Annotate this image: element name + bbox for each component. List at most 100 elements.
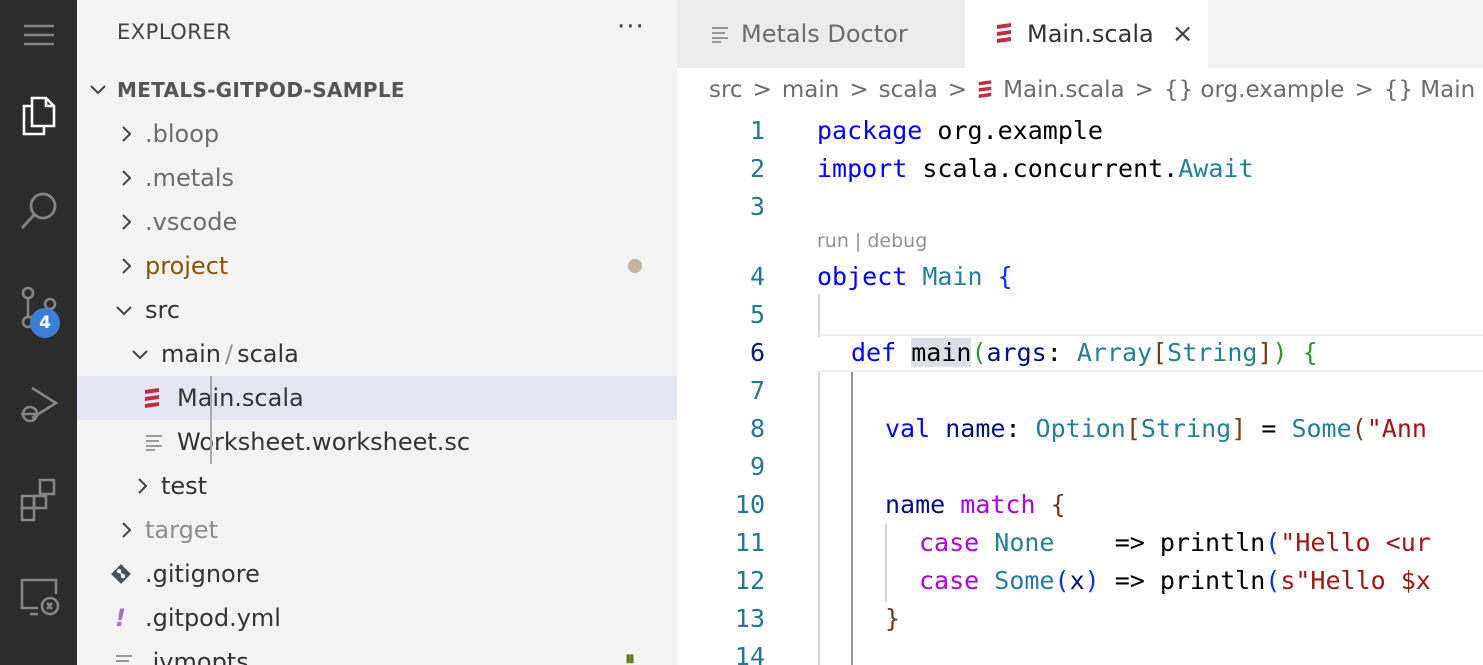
tab-label: Main.scala <box>1027 20 1154 48</box>
code-line-6: def main(args: Array[String]) { <box>851 338 1318 367</box>
tab-metals-doctor[interactable]: Metals Doctor <box>677 0 965 68</box>
text-file-icon <box>115 653 133 665</box>
type-name: Some <box>1291 414 1352 443</box>
line-number: 14 <box>734 642 765 665</box>
tree-folder-project[interactable]: project <box>77 244 677 288</box>
modified-dot-icon <box>628 259 642 273</box>
code-line-2: import scala.concurrent.Await <box>817 154 1254 183</box>
line-number: 12 <box>734 566 765 595</box>
breadcrumb: src > main > scala > Main.scala > {} org… <box>677 70 1483 110</box>
keyword: def <box>851 338 897 367</box>
paren: ( <box>1351 414 1367 443</box>
breadcrumb-item[interactable]: {} Main <box>1384 77 1475 103</box>
tree-item-label: Worksheet.worksheet.sc <box>177 428 471 456</box>
type-name: None <box>994 528 1055 557</box>
tree-folder-bloop[interactable]: .bloop <box>77 112 677 156</box>
brace: { <box>1035 490 1066 519</box>
folder-scala-label: scala <box>237 340 299 368</box>
text-file-icon <box>145 433 163 451</box>
run-debug-icon[interactable] <box>0 368 77 438</box>
line-number: 9 <box>749 452 765 481</box>
lines-icon <box>711 25 729 43</box>
editor-tabs: Metals Doctor Main.scala × <box>677 0 1483 68</box>
code-editor[interactable]: 1 2 3 4 5 6 7 8 9 10 11 12 13 14 package… <box>677 112 1483 665</box>
tree-folder-target[interactable]: target <box>77 508 677 552</box>
tree-item-label: main / scala <box>161 340 299 368</box>
menu-icon[interactable] <box>0 0 77 70</box>
search-icon[interactable] <box>0 176 77 246</box>
string-literal: "Hello <ur <box>1280 528 1431 557</box>
keyword: val <box>885 414 931 443</box>
indent-guide <box>885 524 887 602</box>
tree-folder-src[interactable]: src <box>77 288 677 332</box>
breadcrumb-item[interactable]: {} org.example <box>1164 77 1345 103</box>
close-icon[interactable]: × <box>1172 19 1194 49</box>
bracket: ] <box>1257 338 1273 367</box>
type-name: Option <box>1035 414 1126 443</box>
equals: = <box>1246 414 1292 443</box>
tree-item-label: project <box>145 252 229 280</box>
line-number: 6 <box>749 338 765 367</box>
tree-file-main-scala[interactable]: Main.scala <box>77 376 677 420</box>
type-name: Some <box>994 566 1055 595</box>
indent-guide <box>210 376 212 464</box>
tree-folder-vscode[interactable]: .vscode <box>77 200 677 244</box>
paren: ) <box>1084 566 1100 595</box>
activity-bar: 4 <box>0 0 77 665</box>
breadcrumb-item[interactable]: src <box>709 77 743 103</box>
remote-explorer-icon[interactable] <box>0 560 77 630</box>
files-icon[interactable] <box>0 80 77 150</box>
variable-name: x <box>1069 566 1085 595</box>
scala-file-icon <box>143 388 161 410</box>
line-number: 13 <box>734 604 765 633</box>
keyword: case <box>919 528 980 557</box>
extensions-icon[interactable] <box>0 464 77 534</box>
folder-main-label: main <box>161 340 221 368</box>
breadcrumb-item[interactable]: scala <box>879 77 938 103</box>
function-name: main <box>911 338 972 367</box>
type-name: Main <box>922 262 983 291</box>
tree-folder-main-scala[interactable]: main / scala <box>77 332 677 376</box>
type-name: String <box>1140 414 1232 443</box>
tree-file-gitignore[interactable]: .gitignore <box>77 552 677 596</box>
sidebar-title: EXPLORER <box>117 20 232 44</box>
line-number: 3 <box>749 192 765 221</box>
workspace-root[interactable]: METALS-GITPOD-SAMPLE <box>77 68 677 112</box>
tree-folder-test[interactable]: test <box>77 464 677 508</box>
indent-guide <box>818 372 820 665</box>
line-number: 4 <box>749 262 765 291</box>
line-number: 2 <box>749 154 765 183</box>
brace: { <box>1287 338 1318 367</box>
type-name: Await <box>1178 154 1254 183</box>
line-number: 8 <box>749 414 765 443</box>
tree-file-gitpod-yml[interactable]: ! .gitpod.yml <box>77 596 677 640</box>
tree-item-label: .metals <box>145 164 235 192</box>
tree-file-worksheet[interactable]: Worksheet.worksheet.sc <box>77 420 677 464</box>
code-lens-run-debug[interactable]: run | debug <box>817 230 927 252</box>
chevron-down-icon <box>113 299 135 326</box>
tree-file-jvmopts[interactable]: .jvmopts ⏸ <box>77 640 677 665</box>
tree-item-label: .vscode <box>145 208 238 236</box>
paren: ( <box>1265 528 1281 557</box>
tab-main-scala[interactable]: Main.scala × <box>965 0 1208 68</box>
arrow-call: => println <box>1099 566 1266 595</box>
import-path: scala.concurrent. <box>907 154 1179 183</box>
breadcrumb-item[interactable]: main <box>782 77 839 103</box>
chevron-right-icon <box>115 123 137 150</box>
tree-item-label: .gitpod.yml <box>145 604 281 632</box>
tree-folder-metals[interactable]: .metals <box>77 156 677 200</box>
chevron-right-icon: > <box>947 77 968 103</box>
editor-area: Metals Doctor Main.scala × src > main > … <box>677 0 1483 665</box>
git-file-icon <box>110 563 132 585</box>
brace: { <box>982 262 1013 291</box>
tree-item-label: .jvmopts <box>145 648 249 665</box>
breadcrumb-item[interactable]: Main.scala <box>1003 77 1124 103</box>
paren: ( <box>1265 566 1281 595</box>
chevron-right-icon: > <box>849 77 869 103</box>
untracked-badge-icon: ⏸ <box>625 646 635 665</box>
more-actions-icon[interactable]: ··· <box>617 12 645 42</box>
tree-item-label: .gitignore <box>145 560 260 588</box>
keyword: package <box>817 116 923 145</box>
